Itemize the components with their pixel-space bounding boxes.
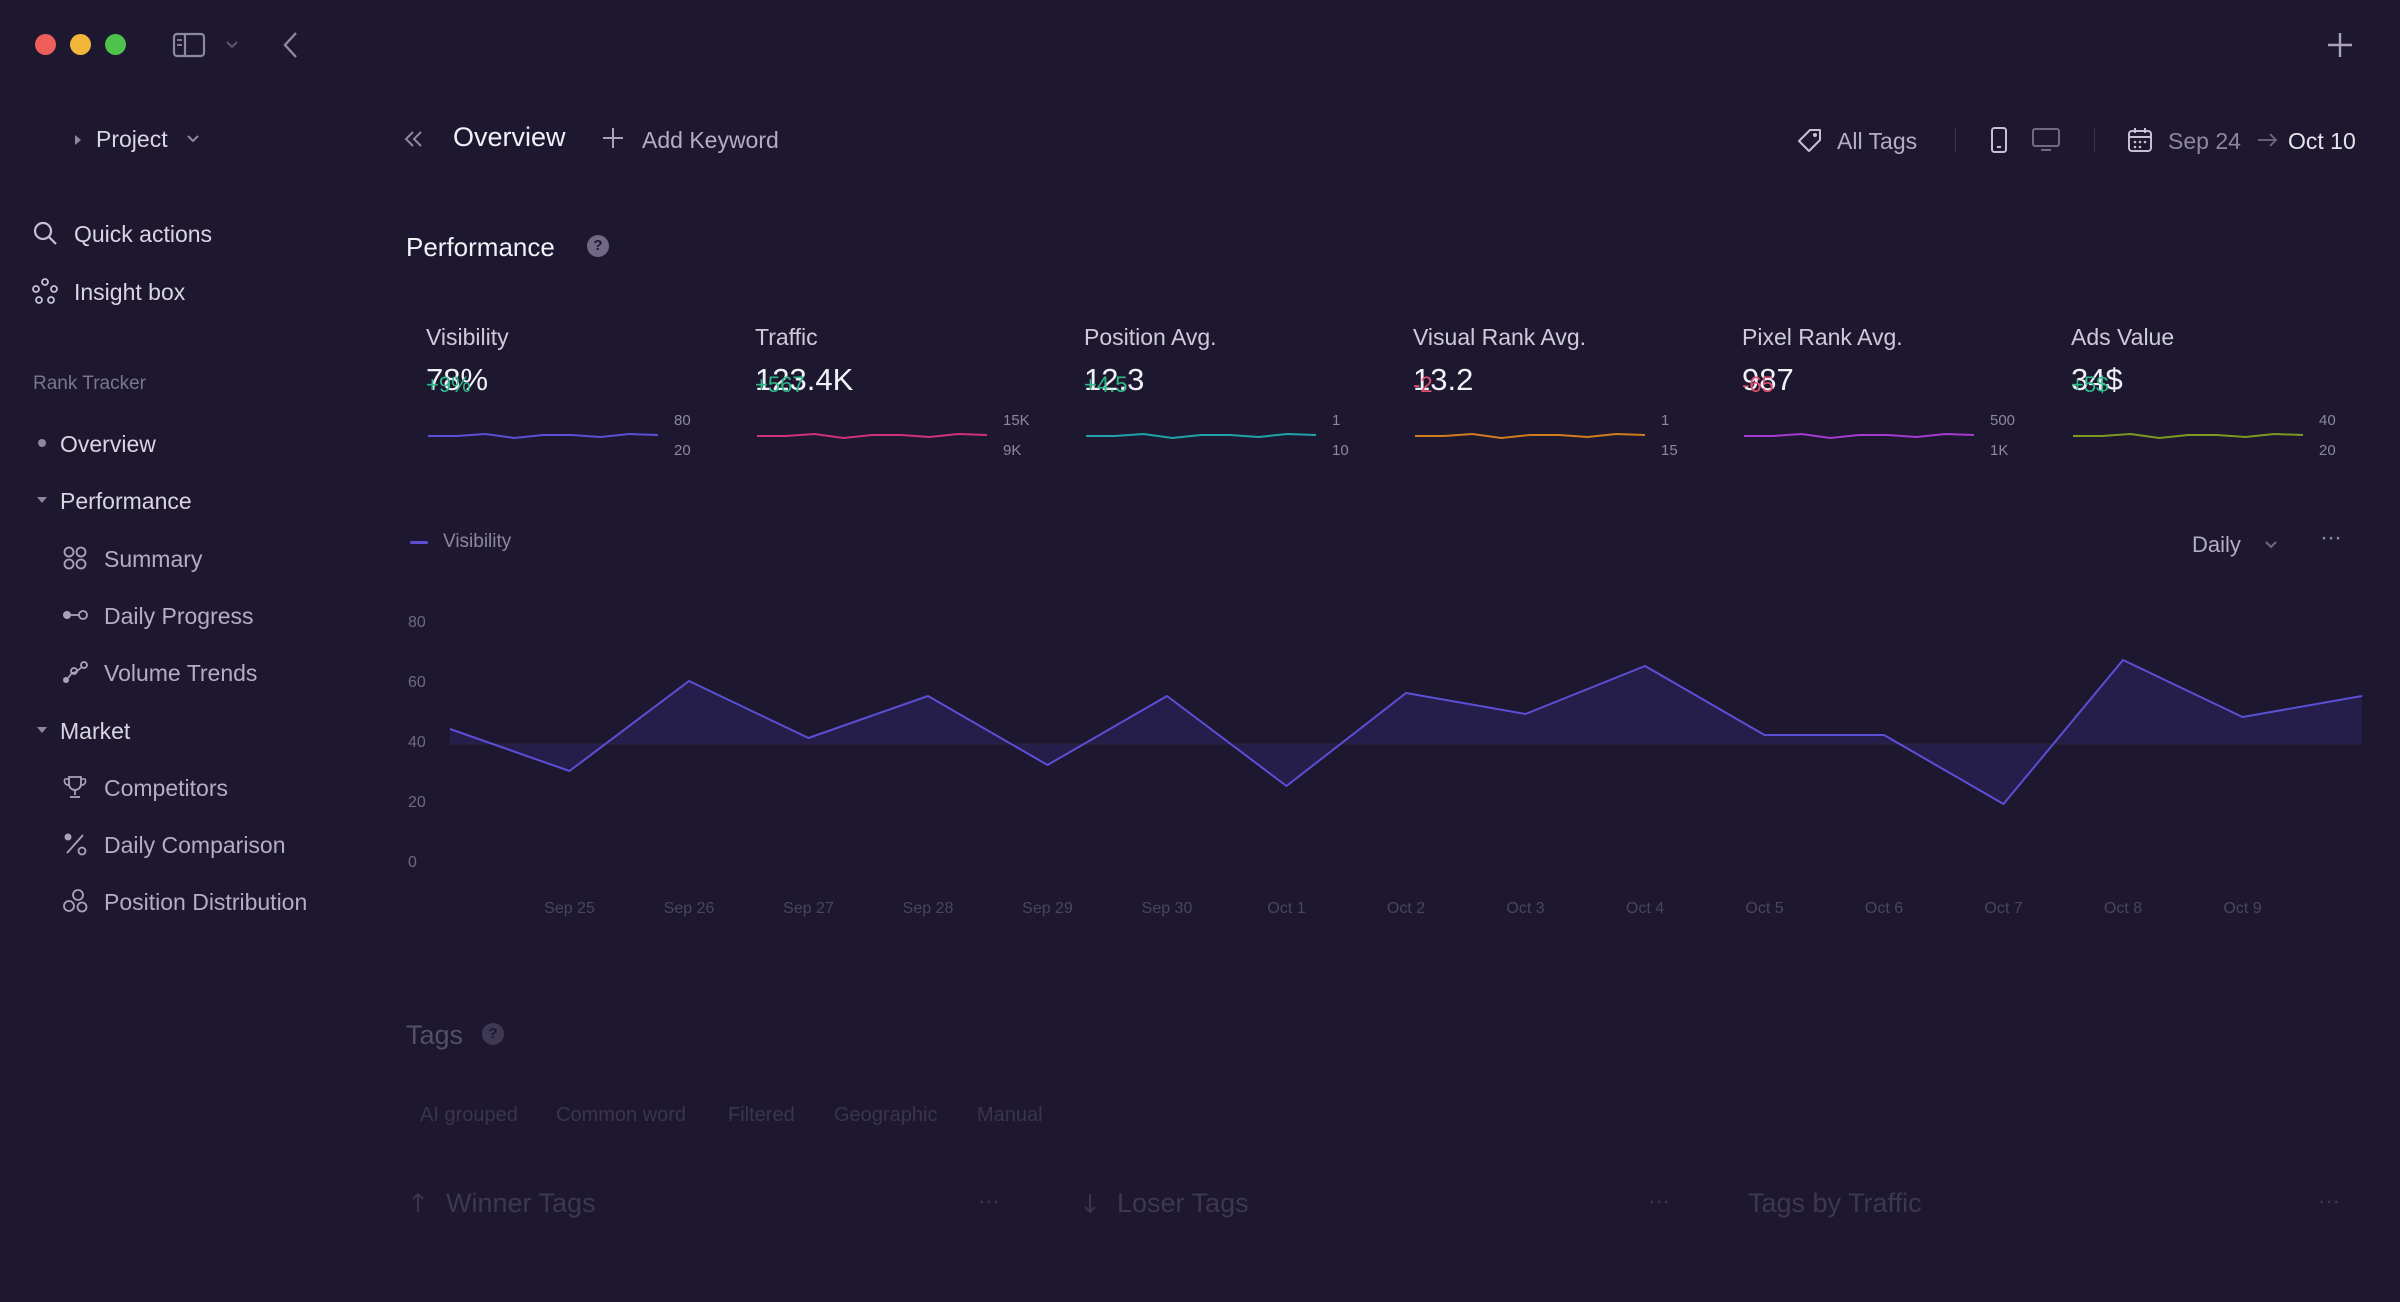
x-tick-label: Sep 29 <box>1022 900 1073 917</box>
tag-filter-tab[interactable]: Geographic <box>834 1104 937 1127</box>
tags-help-icon[interactable]: ? <box>482 1023 504 1045</box>
winner-tags-card-header[interactable]: Winner Tags ··· <box>410 1186 1010 1220</box>
x-tick-label: Oct 1 <box>1267 900 1306 917</box>
x-tick-label: Oct 7 <box>1984 900 2023 917</box>
visibility-point <box>1403 690 1409 696</box>
visibility-point <box>686 678 692 684</box>
visibility-point <box>2240 714 2246 720</box>
x-tick-label: Sep 27 <box>783 900 834 917</box>
tag-filter-tab[interactable]: AI grouped <box>420 1104 518 1127</box>
x-tick-label: Oct 4 <box>1625 900 1665 917</box>
x-tick-label: Oct 9 <box>2223 900 2262 917</box>
tags-by-traffic-card-header[interactable]: Tags by Traffic ··· <box>1748 1186 2348 1220</box>
visibility-point <box>567 768 573 774</box>
loser-tags-card-header[interactable]: Loser Tags ··· <box>1082 1186 1682 1220</box>
arrow-down-icon <box>1084 1194 1096 1214</box>
visibility-point <box>447 726 453 732</box>
visibility-point <box>806 735 812 741</box>
visibility-point <box>1284 783 1290 789</box>
visibility-area <box>450 660 2362 804</box>
x-tick-label: Oct 8 <box>2103 900 2143 917</box>
tags-by-traffic-title: Tags by Traffic <box>1748 1188 1922 1218</box>
visibility-point <box>1045 762 1051 768</box>
visibility-point <box>1881 732 1887 738</box>
visibility-point <box>2120 657 2126 663</box>
visibility-point <box>2001 801 2007 807</box>
tags-by-traffic-more[interactable]: ··· <box>2318 1188 2340 1214</box>
visibility-chart[interactable] <box>0 0 2400 950</box>
x-tick-label: Oct 5 <box>1745 900 1784 917</box>
visibility-point <box>2359 693 2365 699</box>
x-tick-label: Sep 26 <box>663 900 715 917</box>
visibility-point <box>925 693 931 699</box>
visibility-point <box>1164 693 1170 699</box>
tags-title: Tags <box>406 1020 464 1050</box>
winner-tags-title: Winner Tags <box>446 1188 596 1218</box>
x-tick-label: Sep 25 <box>544 900 595 917</box>
tag-filter-tab[interactable]: Filtered <box>728 1104 795 1127</box>
x-tick-label: Sep 28 <box>902 900 954 917</box>
x-tick-label: Oct 2 <box>1386 900 1426 917</box>
tag-filter-tab[interactable]: Manual <box>977 1104 1043 1127</box>
loser-tags-title: Loser Tags <box>1117 1188 1249 1218</box>
x-tick-label: Sep 30 <box>1141 900 1193 917</box>
loser-tags-more[interactable]: ··· <box>1648 1188 1670 1214</box>
arrow-up-icon <box>412 1192 424 1212</box>
visibility-point <box>1762 732 1768 738</box>
visibility-point <box>1642 663 1648 669</box>
x-tick-label: Oct 3 <box>1506 900 1545 917</box>
x-tick-label: Oct 6 <box>1864 900 1904 917</box>
tag-filter-tab[interactable]: Common word <box>556 1104 686 1127</box>
winner-tags-more[interactable]: ··· <box>978 1188 1000 1214</box>
visibility-point <box>1523 711 1529 717</box>
